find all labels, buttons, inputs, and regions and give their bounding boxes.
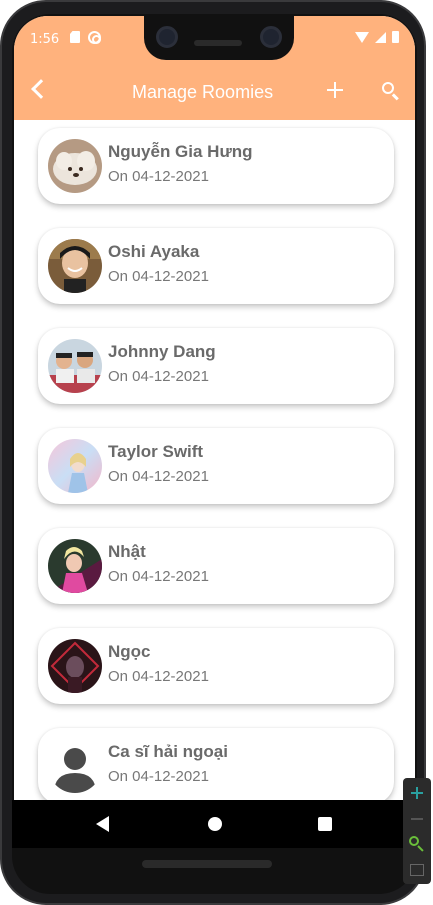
roomie-date: On 04-12-2021	[108, 368, 209, 385]
roomie-name: Oshi Ayaka	[108, 242, 200, 261]
battery-icon	[392, 31, 399, 43]
avatar	[48, 239, 102, 293]
roomie-card[interactable]: Nguyễn Gia Hưng On 04-12-2021	[38, 128, 394, 204]
default-person-icon	[48, 739, 102, 793]
avatar	[48, 139, 102, 193]
roomie-name: Nguyễn Gia Hưng	[108, 142, 253, 161]
roomie-name: Ngọc	[108, 642, 151, 661]
roomie-card[interactable]: Ca sĩ hải ngoại On 04-12-2021	[38, 728, 394, 800]
roomie-date: On 04-12-2021	[108, 768, 209, 785]
earpiece-speaker	[194, 40, 242, 46]
nav-home-icon[interactable]	[208, 817, 222, 831]
app-bar: Manage Roomies	[14, 64, 415, 120]
status-time: 1:56	[30, 32, 60, 47]
camera-notch	[144, 14, 294, 60]
back-arrow-icon[interactable]	[31, 79, 51, 99]
sd-card-icon	[70, 31, 80, 43]
roomie-name: Taylor Swift	[108, 442, 204, 461]
zoom-out-icon[interactable]	[411, 818, 423, 820]
roomie-date: On 04-12-2021	[108, 168, 209, 185]
avatar	[48, 339, 102, 393]
avatar	[48, 539, 102, 593]
fit-screen-icon[interactable]	[410, 864, 424, 876]
roomie-name: Johnny Dang	[108, 342, 216, 361]
avatar	[48, 439, 102, 493]
system-nav-bar	[12, 800, 417, 848]
roomie-card[interactable]: Taylor Swift On 04-12-2021	[38, 428, 394, 504]
avatar	[48, 639, 102, 693]
nav-recents-icon[interactable]	[318, 817, 332, 831]
bottom-speaker	[142, 860, 272, 868]
emulator-zoom-panel	[403, 778, 431, 884]
phone-body: 1:56 Manage Roomies Nguyễn Gia Hưng On 0…	[12, 14, 417, 894]
roomie-card[interactable]: Nhật On 04-12-2021	[38, 528, 394, 604]
search-icon[interactable]	[382, 82, 400, 101]
zoom-in-icon[interactable]	[410, 786, 424, 800]
roomie-date: On 04-12-2021	[108, 268, 209, 285]
page-title: Manage Roomies	[132, 82, 274, 102]
roomie-name: Ca sĩ hải ngoại	[108, 742, 228, 761]
sync-icon	[88, 31, 101, 44]
roomie-card[interactable]: Ngọc On 04-12-2021	[38, 628, 394, 704]
roomie-date: On 04-12-2021	[108, 468, 209, 485]
magnifier-icon[interactable]	[409, 836, 425, 852]
roomie-card[interactable]: Oshi Ayaka On 04-12-2021	[38, 228, 394, 304]
roomie-date: On 04-12-2021	[108, 568, 209, 585]
app-screen: 1:56 Manage Roomies Nguyễn Gia Hưng On 0…	[14, 16, 415, 800]
nav-back-icon[interactable]	[96, 816, 109, 832]
roomie-card[interactable]: Johnny Dang On 04-12-2021	[38, 328, 394, 404]
cell-signal-icon	[375, 31, 386, 43]
add-roomie-button[interactable]	[327, 82, 343, 98]
front-camera-icon	[260, 26, 282, 48]
front-camera-icon	[156, 26, 178, 48]
phone-frame: 1:56 Manage Roomies Nguyễn Gia Hưng On 0…	[0, 0, 426, 905]
roomie-name: Nhật	[108, 542, 146, 561]
roomie-list[interactable]: Nguyễn Gia Hưng On 04-12-2021 Oshi Ayaka…	[14, 120, 415, 800]
roomie-date: On 04-12-2021	[108, 668, 209, 685]
wifi-icon	[355, 31, 369, 43]
